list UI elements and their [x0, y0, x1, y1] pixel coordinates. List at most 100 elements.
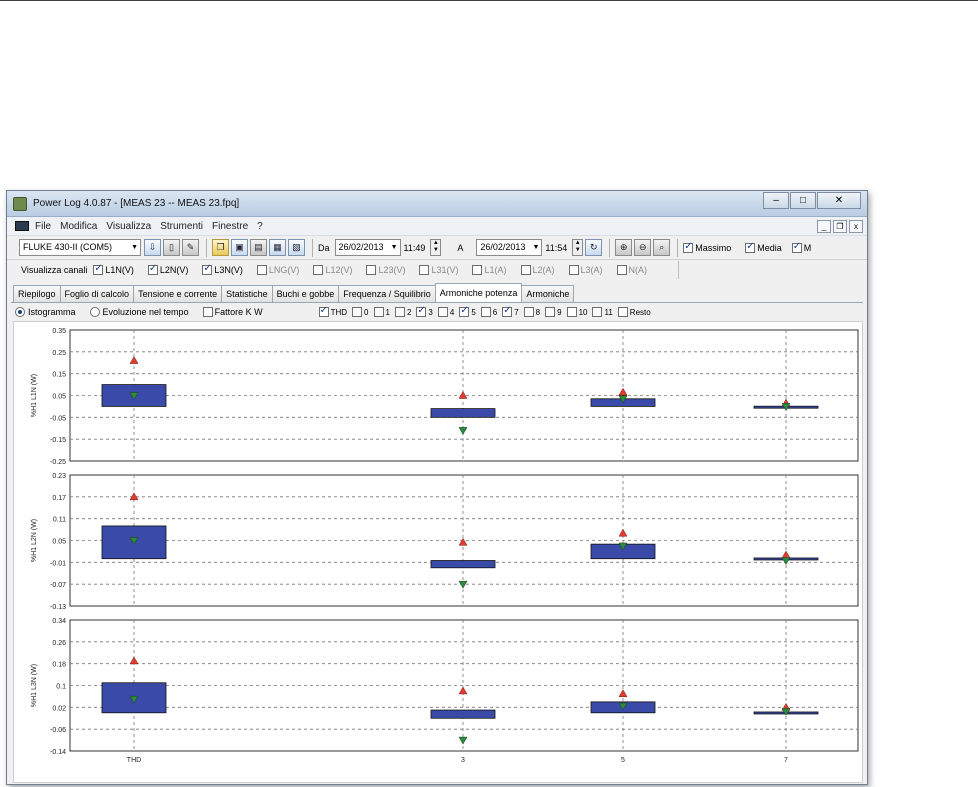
x-tick-label: 5	[621, 757, 625, 764]
menu-help[interactable]: ?	[257, 221, 263, 232]
channel-na[interactable]: N(A)	[616, 265, 647, 275]
channel-l1a[interactable]: L1(A)	[472, 265, 507, 275]
zoom-out-icon[interactable]: ⊖	[634, 239, 652, 256]
device-select-value: FLUKE 430-II (COM5)	[23, 242, 113, 252]
document-icon[interactable]	[15, 221, 29, 231]
from-time-spinner[interactable]: ▲ ▼	[430, 239, 442, 256]
plot-frame	[69, 619, 859, 752]
harmonic-10-checkbox[interactable]: 10	[566, 307, 587, 317]
tab-foglio-di-calcolo[interactable]: Foglio di calcolo	[59, 285, 135, 302]
window-title: Power Log 4.0.87 - [MEAS 23 -- MEAS 23.f…	[33, 198, 240, 209]
from-date-value: 26/02/2013	[338, 242, 384, 252]
menu-file[interactable]: File	[35, 221, 51, 232]
device-select[interactable]: FLUKE 430-II (COM5) ▼	[19, 239, 141, 256]
media-checkbox[interactable]: Media	[745, 241, 782, 253]
channel-l3a[interactable]: L3(A)	[568, 265, 603, 275]
mdi-close-button[interactable]: x	[849, 220, 863, 233]
harmonic-9-checkbox[interactable]: 9	[545, 307, 562, 317]
harmonic-1-checkbox[interactable]: 1	[373, 307, 390, 317]
page-top-rule	[0, 0, 978, 1]
tab-statistiche[interactable]: Statistiche	[221, 285, 273, 302]
download-icon[interactable]: ⇩	[144, 239, 161, 256]
window-controls: – □ ✕	[762, 192, 861, 209]
tab-frequenza-squilibrio[interactable]: Frequenza / Squilibrio	[338, 285, 436, 302]
tools-icon[interactable]: ✎	[182, 239, 199, 256]
harmonic-7-checkbox[interactable]: 7	[502, 305, 519, 317]
minimize-button[interactable]: –	[763, 192, 789, 209]
channel-l2a[interactable]: L2(A)	[520, 265, 555, 275]
fattore-k-checkbox[interactable]: Fattore K W	[202, 307, 263, 317]
print-icon[interactable]: ▤	[250, 239, 267, 256]
menu-bar: File Modifica Visualizza Strumenti Fines…	[7, 217, 867, 236]
main-toolbar: FLUKE 430-II (COM5) ▼ ⇩ ▯ ✎ ❐ ▣ ▤ ▦ ▧ Da…	[7, 236, 867, 260]
tab-armoniche[interactable]: Armoniche	[521, 285, 575, 302]
harmonic-0-checkbox[interactable]: 0	[352, 307, 369, 317]
y-tick-label: 0.18	[52, 662, 66, 669]
y-tick-label: -0.05	[50, 415, 66, 422]
harmonic-11-checkbox[interactable]: 11	[592, 307, 613, 317]
menu-visualizza[interactable]: Visualizza	[106, 221, 151, 232]
refresh-icon[interactable]: ↻	[585, 239, 603, 256]
x-tick-label: THD	[127, 757, 141, 764]
x-tick-label: 3	[461, 757, 465, 764]
toolbar-separator	[609, 238, 611, 257]
export-icon[interactable]: ▦	[269, 239, 286, 256]
minimo-checkbox[interactable]: M	[791, 241, 811, 253]
menu-finestre[interactable]: Finestre	[212, 221, 248, 232]
tab-armoniche-potenza[interactable]: Armoniche potenza	[434, 283, 523, 302]
harmonic-6-checkbox[interactable]: 6	[480, 307, 497, 317]
y-axis-label: %H1 L2N (W)	[31, 519, 38, 562]
channel-l2n[interactable]: L2N(V)	[147, 263, 188, 275]
y-tick-label: 0.11	[53, 517, 66, 524]
from-time[interactable]: 11:49	[404, 243, 426, 253]
harmonic-thd-checkbox[interactable]: THD	[318, 305, 347, 317]
menu-strumenti[interactable]: Strumenti	[160, 221, 203, 232]
open-file-icon[interactable]: ❐	[212, 239, 229, 256]
tab-strip: Riepilogo Foglio di calcolo Tensione e c…	[13, 283, 575, 302]
bar-3	[430, 709, 496, 719]
from-date-select[interactable]: 26/02/2013 ▼	[334, 239, 401, 256]
to-time[interactable]: 11:54	[545, 243, 567, 253]
y-tick-label: -0.25	[50, 459, 66, 466]
harmonic-4-checkbox[interactable]: 4	[437, 307, 454, 317]
x-tick-label: 7	[784, 757, 788, 764]
y-axis-label: %H1 L3N (W)	[31, 664, 38, 707]
channel-l1n[interactable]: L1N(V)	[93, 263, 134, 275]
maximize-button[interactable]: □	[790, 192, 816, 209]
tab-tensione-e-corrente[interactable]: Tensione e corrente	[133, 285, 223, 302]
harmonic-5-checkbox[interactable]: 5	[459, 305, 476, 317]
evoluzione-radio[interactable]: Evoluzione nel tempo	[89, 307, 189, 317]
zoom-in-icon[interactable]: ⊕	[615, 239, 633, 256]
channels-toolbar: Visualizza canali L1N(V) L2N(V) L3N(V) L…	[7, 261, 679, 279]
istogramma-radio[interactable]: Istogramma	[15, 307, 76, 317]
to-time-spinner[interactable]: ▲ ▼	[572, 239, 584, 256]
y-tick-label: -0.06	[50, 727, 66, 734]
y-tick-label: 0.17	[52, 495, 66, 502]
zoom-fit-icon[interactable]: ⌕	[653, 239, 671, 256]
y-tick-label: 0.05	[52, 394, 66, 401]
channel-l3n[interactable]: L3N(V)	[202, 263, 243, 275]
harmonic-2-checkbox[interactable]: 2	[394, 307, 411, 317]
report-icon[interactable]: ▧	[288, 239, 305, 256]
to-date-select[interactable]: 26/02/2013 ▼	[476, 239, 543, 256]
title-bar[interactable]: Power Log 4.0.87 - [MEAS 23 -- MEAS 23.f…	[7, 191, 867, 217]
tab-buchi-e-gobbe[interactable]: Buchi e gobbe	[271, 285, 340, 302]
to-label: A	[457, 242, 464, 253]
harmonic-resto-checkbox[interactable]: Resto	[617, 307, 651, 317]
close-button[interactable]: ✕	[817, 192, 861, 209]
massimo-checkbox[interactable]: Massimo	[683, 241, 731, 253]
channel-lng[interactable]: LNG(V)	[256, 265, 299, 275]
harmonic-8-checkbox[interactable]: 8	[523, 307, 540, 317]
harmonic-3-checkbox[interactable]: 3	[416, 305, 433, 317]
y-tick-label: -0.01	[50, 560, 66, 567]
tab-riepilogo[interactable]: Riepilogo	[13, 285, 61, 302]
channel-l12[interactable]: L12(V)	[313, 265, 352, 275]
menu-modifica[interactable]: Modifica	[60, 221, 97, 232]
mdi-restore-button[interactable]: ❐	[833, 220, 847, 233]
mdi-minimize-button[interactable]: _	[817, 220, 831, 233]
save-icon[interactable]: ▣	[231, 239, 248, 256]
channel-l31[interactable]: L31(V)	[419, 265, 458, 275]
y-tick-label: 0.35	[52, 328, 66, 335]
device-icon[interactable]: ▯	[163, 239, 180, 256]
channel-l23[interactable]: L23(V)	[366, 265, 405, 275]
